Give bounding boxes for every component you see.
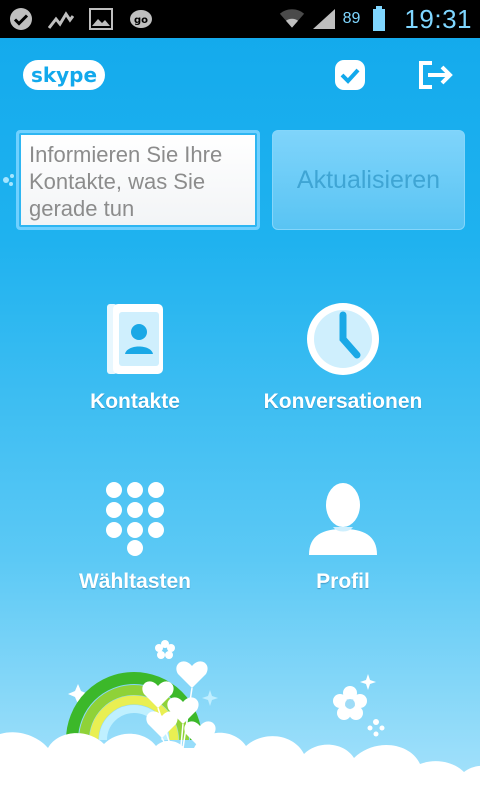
wifi-icon <box>279 6 305 32</box>
signal-icon <box>311 6 337 32</box>
tile-conversations-label: Konversationen <box>263 390 423 413</box>
presence-status-button[interactable] <box>330 55 370 95</box>
mood-message-input[interactable] <box>16 130 260 230</box>
activity-graph-icon <box>48 6 74 32</box>
tile-contacts-label: Kontakte <box>90 390 180 413</box>
sparkle-dots-icon <box>3 174 14 186</box>
battery-level: 89 <box>342 10 361 27</box>
clock-icon <box>307 303 379 375</box>
sign-out-button[interactable] <box>416 55 456 95</box>
sign-out-icon <box>419 61 453 89</box>
dialpad-icon <box>106 482 164 556</box>
check-circle-icon <box>8 6 34 32</box>
app-bar: skype <box>0 38 480 112</box>
tile-dialpad[interactable]: Wähltasten <box>35 478 235 608</box>
tile-conversations[interactable]: Konversationen <box>243 298 443 428</box>
svg-text:go: go <box>134 15 148 26</box>
contacts-book-icon <box>107 304 163 374</box>
battery-icon <box>366 6 392 32</box>
clock: 19:31 <box>404 3 472 34</box>
tile-profile-label: Profil <box>316 570 370 593</box>
logo-text: skype <box>31 63 97 87</box>
image-icon <box>88 6 114 32</box>
update-button[interactable]: Aktualisieren <box>272 130 465 230</box>
gapps-icon: go <box>128 6 154 32</box>
status-bar: go 89 19:31 <box>0 0 480 38</box>
person-icon <box>309 483 377 555</box>
presence-check-icon <box>335 60 365 90</box>
tile-contacts[interactable]: Kontakte <box>35 298 235 428</box>
skype-logo: skype <box>22 58 106 92</box>
tile-profile[interactable]: Profil <box>243 478 443 608</box>
decorative-clouds-illustration <box>0 640 480 800</box>
tile-dialpad-label: Wähltasten <box>78 570 191 593</box>
